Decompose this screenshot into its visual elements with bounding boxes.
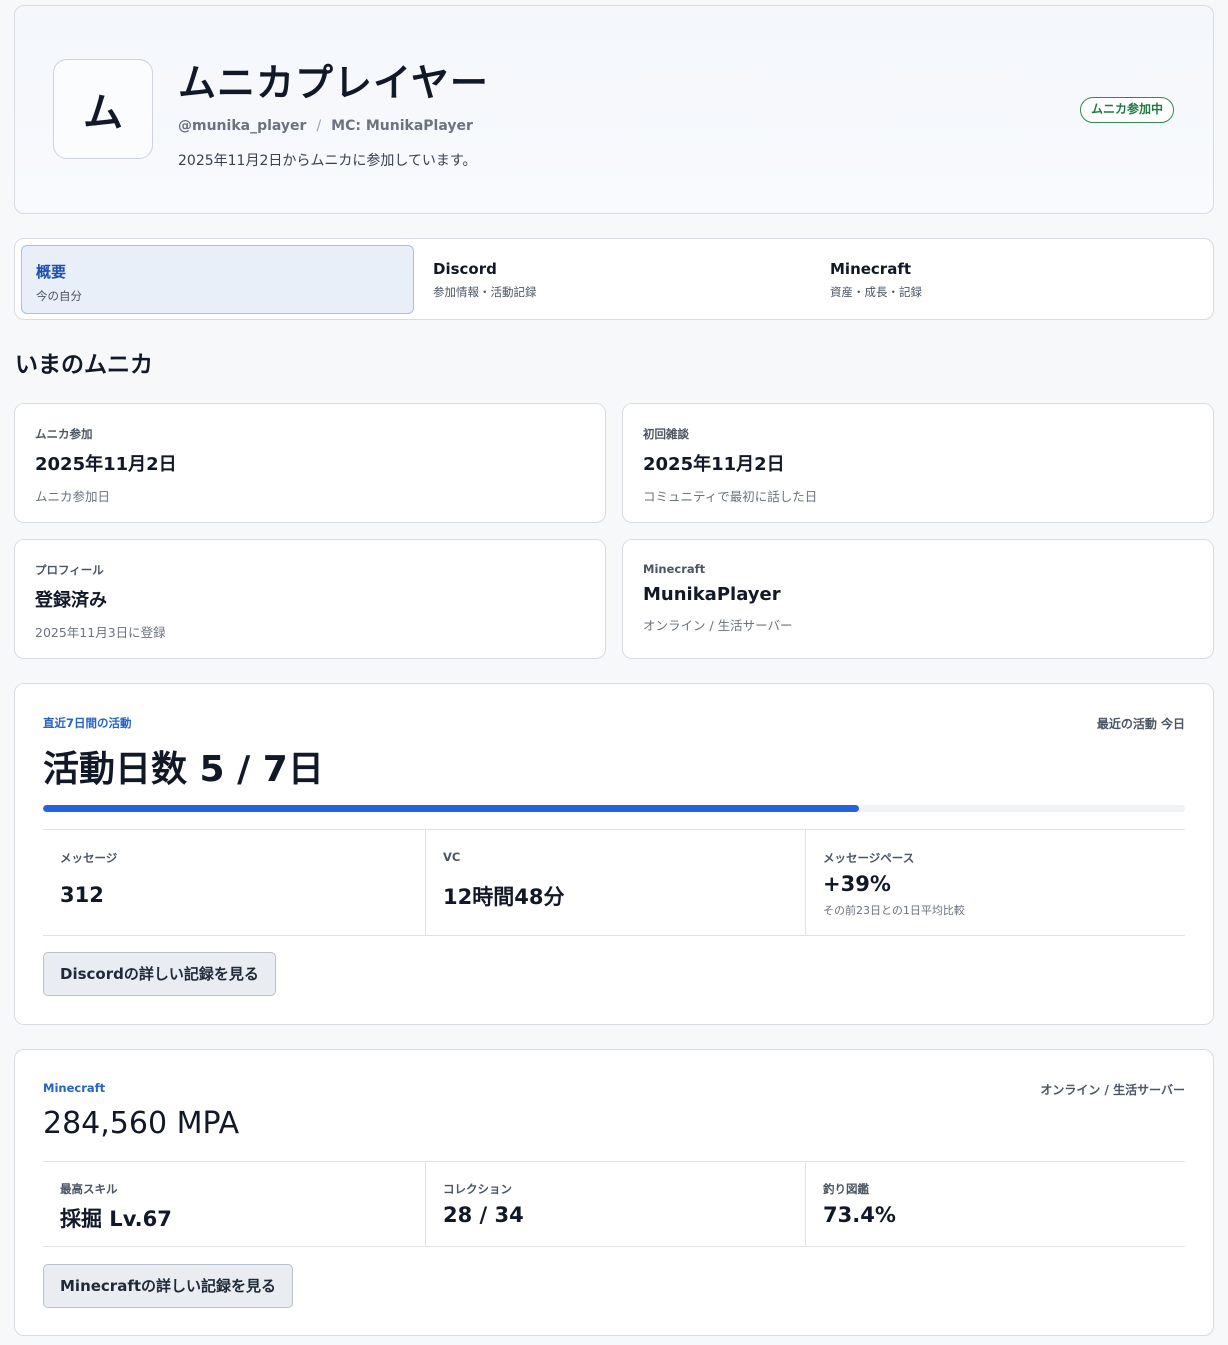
tab-subtitle: 今の自分: [36, 289, 82, 303]
profile-header: ム ムニカプレイヤー @munika_player / MC: MunikaPlay…: [14, 5, 1214, 214]
stat-label: VC: [443, 850, 461, 864]
status-badge: ムニカ参加中: [1080, 97, 1175, 123]
info-value: 2025年11月2日: [35, 454, 177, 475]
section-title: いまのムニカ: [15, 352, 153, 378]
stat-vc: VC 12時間48分: [425, 830, 805, 935]
info-card-profile: プロフィール 登録済み 2025年11月3日に登録: [14, 539, 606, 659]
tab-title: Discord: [433, 260, 497, 278]
stat-label: 最高スキル: [60, 1182, 118, 1196]
info-card-minecraft: Minecraft MunikaPlayer オンライン / 生活サーバー: [622, 539, 1214, 659]
recent-activity: 最近の活動 今日: [1096, 717, 1185, 731]
profile-name: ムニカプレイヤー: [178, 61, 489, 105]
activity-progress-bar: [43, 805, 1185, 812]
minecraft-card: Minecraft オンライン / 生活サーバー 284,560 MPA 最高ス…: [14, 1049, 1214, 1336]
minecraft-stats: 最高スキル 採掘 Lv.67 コレクション 28 / 34 釣り図鑑 73.4%: [43, 1161, 1185, 1247]
info-note: コミュニティで最初に話した日: [643, 489, 818, 504]
info-note: オンライン / 生活サーバー: [643, 618, 793, 633]
info-card-join: ムニカ参加 2025年11月2日 ムニカ参加日: [14, 403, 606, 523]
stat-label: メッセージ: [60, 851, 118, 865]
activity-label: 直近7日間の活動: [43, 716, 132, 730]
stat-collection: コレクション 28 / 34: [425, 1162, 805, 1246]
stat-value: 12時間48分: [443, 885, 565, 909]
info-label: 初回雑談: [643, 427, 689, 441]
info-value: 登録済み: [35, 590, 107, 611]
stat-label: 釣り図鑑: [823, 1182, 869, 1196]
activity-progress-fill: [43, 805, 859, 812]
stat-label: コレクション: [443, 1182, 512, 1196]
minecraft-label: Minecraft: [43, 1081, 106, 1095]
tab-subtitle: 資産・成長・記録: [830, 285, 922, 299]
handle-separator: /: [316, 118, 322, 134]
stat-value: 312: [60, 883, 104, 907]
stat-message-pace: メッセージペース +39% その前23日との1日平均比較: [805, 830, 1185, 935]
info-note: ムニカ参加日: [35, 489, 111, 504]
info-value: 2025年11月2日: [643, 454, 785, 475]
info-card-first-chat: 初回雑談 2025年11月2日 コミュニティで最初に話した日: [622, 403, 1214, 523]
info-label: Minecraft: [643, 562, 706, 576]
discord-records-button[interactable]: Discordの詳しい記録を見る: [43, 952, 276, 996]
stat-fishing: 釣り図鑑 73.4%: [805, 1162, 1185, 1246]
stat-top-skill: 最高スキル 採掘 Lv.67: [43, 1162, 425, 1246]
tab-title: 概要: [36, 263, 67, 281]
info-value: MunikaPlayer: [643, 584, 781, 605]
activity-stats: メッセージ 312 VC 12時間48分 メッセージペース +39% その前23…: [43, 829, 1185, 936]
tab-minecraft[interactable]: Minecraft 資産・成長・記録: [816, 245, 1206, 314]
tab-overview[interactable]: 概要 今の自分: [21, 245, 414, 314]
minecraft-name: MC: MunikaPlayer: [331, 118, 473, 134]
minecraft-status: オンライン / 生活サーバー: [1040, 1083, 1185, 1097]
mpa-value: 284,560 MPA: [43, 1106, 240, 1141]
stat-label: メッセージペース: [823, 851, 915, 865]
discord-handle: @munika_player: [178, 118, 307, 134]
join-since-text: 2025年11月2日からムニカに参加しています。: [178, 153, 477, 169]
stat-value: 採掘 Lv.67: [60, 1207, 172, 1231]
stat-value: 73.4%: [823, 1203, 896, 1227]
activity-card: 直近7日間の活動 最近の活動 今日 活動日数 5 / 7日 メッセージ 312 …: [14, 683, 1214, 1025]
info-label: プロフィール: [35, 563, 104, 577]
tab-title: Minecraft: [830, 260, 912, 278]
stat-messages: メッセージ 312: [43, 830, 425, 935]
tab-bar: 概要 今の自分 Discord 参加情報・活動記録 Minecraft 資産・成…: [14, 238, 1214, 320]
stat-note: その前23日との1日平均比較: [823, 904, 965, 917]
info-note: 2025年11月3日に登録: [35, 625, 166, 640]
tab-subtitle: 参加情報・活動記録: [433, 285, 537, 299]
activity-days-title: 活動日数 5 / 7日: [43, 749, 324, 790]
tab-discord[interactable]: Discord 参加情報・活動記録: [419, 245, 809, 314]
minecraft-records-button[interactable]: Minecraftの詳しい記録を見る: [43, 1264, 294, 1308]
profile-handles: @munika_player / MC: MunikaPlayer: [178, 118, 473, 134]
info-label: ムニカ参加: [35, 427, 93, 441]
avatar: ム: [53, 59, 153, 159]
stat-value: 28 / 34: [443, 1203, 524, 1227]
stat-value: +39%: [823, 872, 891, 896]
